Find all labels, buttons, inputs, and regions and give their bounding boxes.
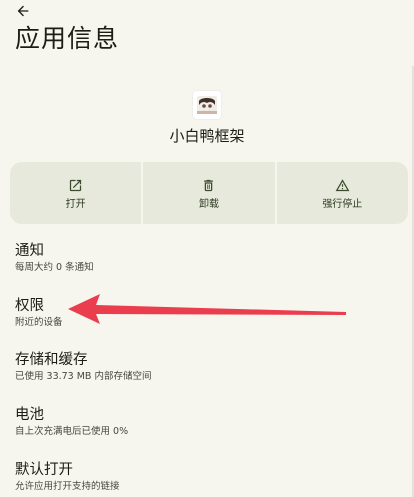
app-info-screen: 应用信息 小白鸭框架 打开 卸载 强行停止 通知 每周大约 0 条通知 权限 附… (0, 0, 414, 497)
open-in-new-icon (68, 177, 84, 193)
setting-title: 默认打开 (15, 462, 73, 478)
force-stop-button[interactable]: 强行停止 (276, 162, 408, 224)
setting-title: 权限 (15, 298, 44, 314)
setting-title: 电池 (15, 407, 44, 423)
setting-subtitle: 每周大约 0 条通知 (15, 262, 94, 273)
open-button[interactable]: 打开 (10, 162, 142, 224)
page-title: 应用信息 (15, 24, 120, 53)
app-avatar-icon (193, 91, 221, 119)
uninstall-button[interactable]: 卸载 (143, 162, 275, 224)
warning-icon (334, 177, 350, 193)
setting-battery[interactable]: 电池 自上次充满电后已使用 0% (0, 405, 414, 451)
setting-subtitle: 已使用 33.73 MB 内部存储空间 (15, 371, 152, 382)
setting-storage[interactable]: 存储和缓存 已使用 33.73 MB 内部存储空间 (0, 350, 414, 396)
setting-notifications[interactable]: 通知 每周大约 0 条通知 (0, 241, 414, 287)
force-stop-label: 强行停止 (322, 199, 363, 210)
back-button[interactable] (10, 0, 36, 22)
trash-icon (201, 177, 217, 193)
app-actions: 打开 卸载 强行停止 (10, 162, 408, 224)
setting-title: 存储和缓存 (15, 352, 88, 368)
app-name: 小白鸭框架 (169, 127, 245, 145)
uninstall-label: 卸载 (198, 199, 219, 210)
setting-subtitle: 自上次充满电后已使用 0% (15, 426, 129, 437)
arrow-left-icon (15, 3, 31, 19)
setting-permissions[interactable]: 权限 附近的设备 (0, 296, 414, 342)
setting-subtitle: 附近的设备 (15, 317, 63, 328)
setting-open-by-default[interactable]: 默认打开 允许应用打开支持的链接 (0, 460, 414, 497)
setting-title: 通知 (15, 243, 44, 259)
open-label: 打开 (65, 199, 86, 210)
setting-subtitle: 允许应用打开支持的链接 (15, 481, 120, 492)
